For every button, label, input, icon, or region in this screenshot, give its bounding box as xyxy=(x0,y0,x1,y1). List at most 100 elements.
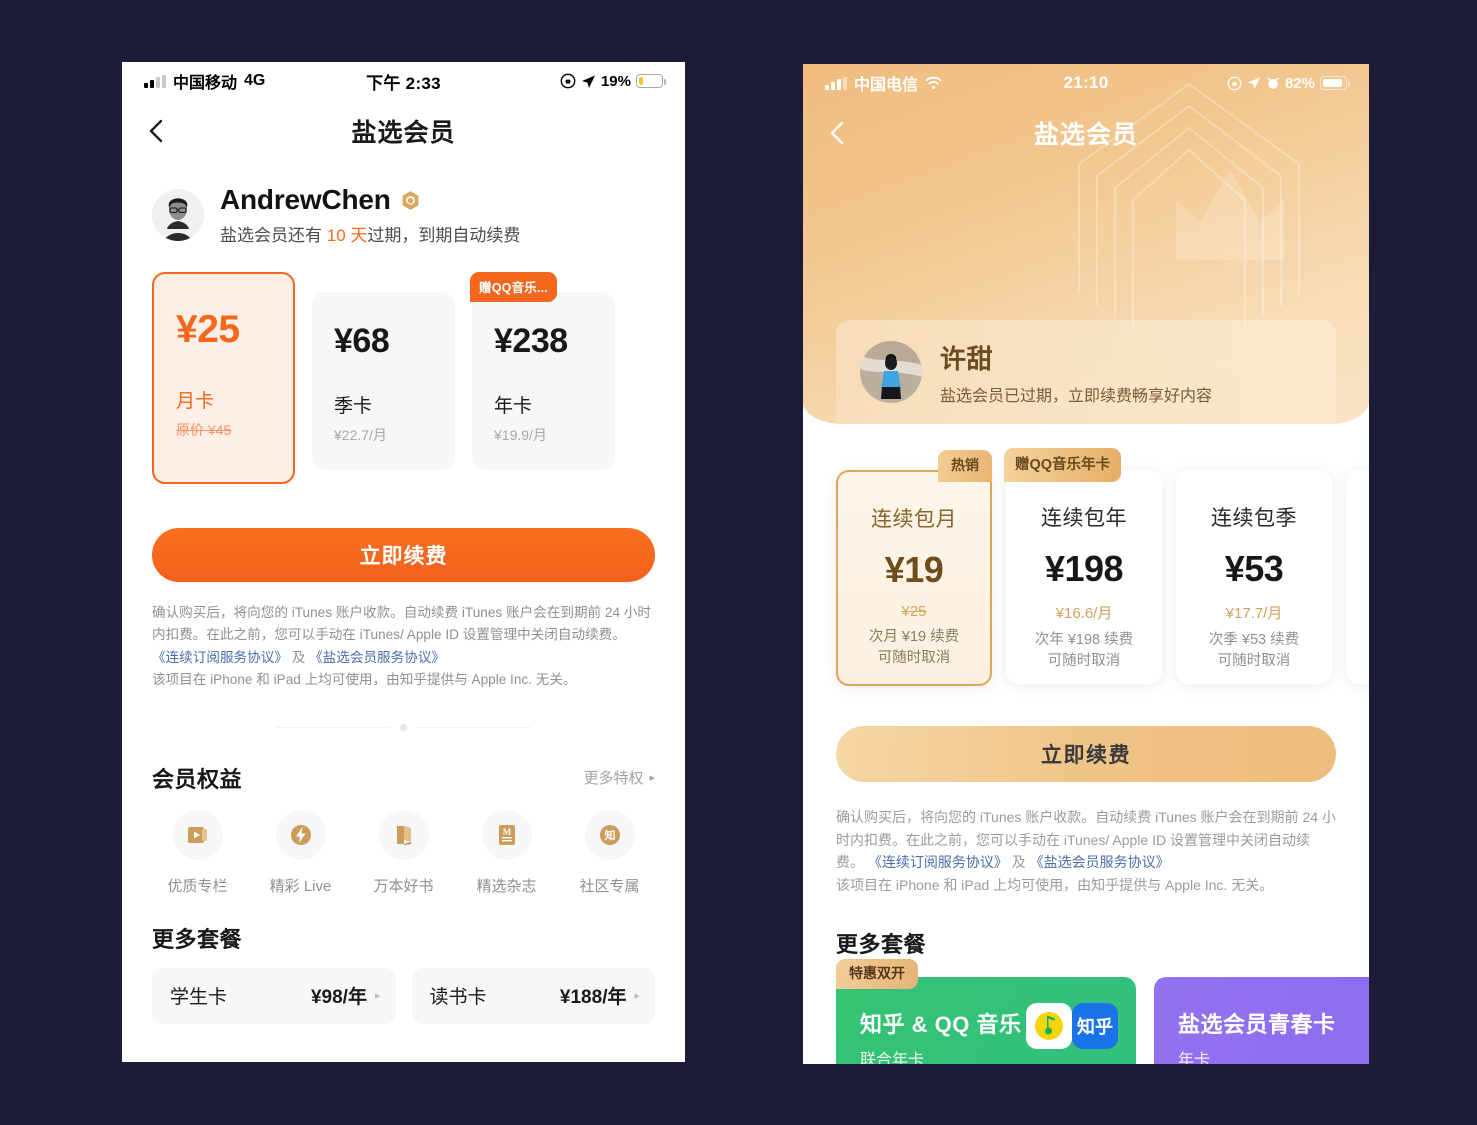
user-avatar xyxy=(152,189,204,241)
renew-note-line-1: 次月 ¥19 续费 xyxy=(868,629,960,645)
lightning-live-icon xyxy=(275,809,326,860)
plan-monthly-equivalent: ¥16.6/月 xyxy=(1055,605,1113,622)
user-name: AndrewChen xyxy=(220,184,391,215)
user-name: 许甜 xyxy=(940,343,994,374)
plan-original-price: 原价 ¥45 xyxy=(176,422,232,438)
fine-print-conjunction: 及 xyxy=(1007,854,1030,871)
member-agreement-link[interactable]: 《盐选会员服务协议》 xyxy=(1030,854,1170,870)
more-privileges-link[interactable]: 更多特权 ▸ xyxy=(583,767,655,788)
page-title: 盐选会员 xyxy=(1033,121,1138,149)
chevron-right-icon: ▸ xyxy=(649,772,655,785)
alarm-icon xyxy=(1267,77,1279,89)
plan-renew-note: 次季 ¥53 续费 可随时取消 xyxy=(1176,630,1332,672)
renew-now-button[interactable]: 立即续费 xyxy=(152,528,655,582)
plan-gift-badge: 赠QQ音乐年卡 xyxy=(1004,448,1122,482)
plan-name: 连续包季 xyxy=(1211,507,1297,530)
chevron-right-icon: ▸ xyxy=(374,990,381,1003)
plan-card-monthly[interactable]: ¥25 月卡 原价 ¥45 xyxy=(152,272,295,484)
zhihu-logo-icon: 知乎 xyxy=(1072,1002,1118,1049)
plan-card-monthly-auto[interactable]: 热销 连续包月 ¥19 ¥25 次月 ¥19 续费 可随时取消 xyxy=(836,450,992,686)
status-prefix: 盐选会员还有 xyxy=(220,226,327,245)
package-item-reading[interactable]: 读书卡 ¥188/年 ▸ xyxy=(411,967,655,1024)
package-card-youth[interactable]: 盐选会员青春卡 年卡 Y 0 xyxy=(1154,976,1369,1064)
renew-note-line-2: 可随时取消 xyxy=(1217,653,1291,670)
qq-music-icon xyxy=(1026,1002,1072,1049)
user-info-card[interactable]: 许甜 盐选会员已过期，立即续费畅享好内容 xyxy=(836,320,1336,424)
renew-now-button[interactable]: 立即续费 xyxy=(836,726,1336,782)
benefit-label: 精彩 Live xyxy=(269,877,332,895)
renew-note-line-1: 次年 ¥198 续费 xyxy=(1034,632,1134,648)
location-arrow-icon xyxy=(1247,77,1261,90)
user-text-block: 许甜 盐选会员已过期，立即续费畅享好内容 xyxy=(940,339,1212,406)
user-text-block: AndrewChen 盐选会员还有 10 天过期，到期自动续费 xyxy=(220,184,520,246)
package-item-student[interactable]: 学生卡 ¥98/年 ▸ xyxy=(152,967,396,1024)
package-subtitle: 年卡 xyxy=(1178,1051,1211,1064)
subscription-agreement-link[interactable]: 《连续订阅服务协议》 xyxy=(152,650,288,665)
benefit-item-live[interactable]: 精彩 Live xyxy=(249,809,352,896)
plan-name: 年卡 xyxy=(494,396,533,417)
svg-text:M: M xyxy=(502,827,511,837)
more-packages-title: 更多套餐 xyxy=(836,931,927,957)
plan-card-quarterly[interactable]: ¥68 季卡 ¥22.7/月 xyxy=(312,292,455,470)
package-price: ¥98/年 xyxy=(310,987,367,1009)
package-promo-badge: 特惠双开 xyxy=(836,958,918,989)
fine-print-line-3: 该项目在 iPhone 和 iPad 上均可使用，由知乎提供与 Apple In… xyxy=(836,877,1274,894)
plan-price: ¥238 xyxy=(494,322,568,360)
more-privileges-label: 更多特权 xyxy=(583,770,644,788)
more-packages-row-right: 特惠双开 知乎 & QQ 音乐 联合年卡 知乎 盐选会员青春卡 年卡 xyxy=(803,958,1369,1064)
phone-screen-right: 中国电信 21:10 82% 盐选会员 许甜 盐选会员已过期，立即续费畅享好内容… xyxy=(803,64,1369,1064)
user-avatar xyxy=(860,341,922,403)
plan-card-yearly-auto[interactable]: 赠QQ音乐年卡 连续包年 ¥198 ¥16.6/月 次年 ¥198 续费 可随时… xyxy=(1004,448,1162,684)
renew-note-line-2: 可随时取消 xyxy=(1047,653,1121,670)
plan-card-yearly[interactable]: 赠QQ音乐... ¥238 年卡 ¥19.9/月 xyxy=(470,272,615,470)
lock-rotation-icon xyxy=(1227,76,1242,90)
lock-rotation-icon xyxy=(560,73,576,89)
subscription-fine-print: 确认购买后，将向您的 iTunes 账户收款。自动续费 iTunes 账户会在到… xyxy=(836,806,1336,897)
magazine-m-icon: M xyxy=(481,809,532,860)
subscription-agreement-link[interactable]: 《连续订阅服务协议》 xyxy=(868,854,1008,870)
package-card-zhihu-qq[interactable]: 特惠双开 知乎 & QQ 音乐 联合年卡 知乎 xyxy=(836,958,1136,1064)
plan-card-next-partial[interactable] xyxy=(1346,470,1369,684)
fine-print-line-3: 该项目在 iPhone 和 iPad 上均可使用，由知乎提供与 Apple In… xyxy=(152,672,577,688)
plan-price: ¥198 xyxy=(1044,548,1124,589)
section-divider xyxy=(276,720,531,736)
more-packages-header-left: 更多套餐 xyxy=(122,896,685,954)
nav-bar-left: 盐选会员 xyxy=(122,100,685,162)
user-info-row: AndrewChen 盐选会员还有 10 天过期，到期自动续费 xyxy=(122,162,685,246)
plan-name: 连续包月 xyxy=(871,508,957,531)
renew-note-line-1: 次季 ¥53 续费 xyxy=(1208,632,1300,648)
crown-watermark-icon xyxy=(1176,170,1284,260)
status-bar-left: 中国移动 4G 下午 2:33 19% xyxy=(122,62,685,100)
avatar[interactable] xyxy=(860,341,922,403)
avatar[interactable] xyxy=(152,189,204,241)
benefit-label: 万本好书 xyxy=(373,877,434,895)
benefit-item-community[interactable]: 知 社区专属 xyxy=(558,809,661,896)
status-days-highlight: 10 天 xyxy=(326,226,368,245)
package-title: 盐选会员青春卡 xyxy=(1178,1011,1336,1037)
benefit-item-books[interactable]: 万本好书 xyxy=(352,809,455,896)
benefits-icon-row: 优质专栏 精彩 Live 万本好书 M 精选杂志 知 社区专属 xyxy=(122,794,685,896)
status-bar-right-group: 19% xyxy=(560,73,666,90)
member-agreement-link[interactable]: 《盐选会员服务协议》 xyxy=(309,650,445,665)
fine-print-conjunction: 及 xyxy=(287,649,310,665)
svg-text:知: 知 xyxy=(603,828,615,842)
plan-hot-badge: 热销 xyxy=(938,450,992,482)
plan-price: ¥53 xyxy=(1224,548,1284,589)
chevron-right-icon: ▸ xyxy=(634,990,640,1003)
plan-price: ¥19 xyxy=(884,549,944,590)
benefit-item-magazine[interactable]: M 精选杂志 xyxy=(455,809,558,896)
plan-renew-note: 次年 ¥198 续费 可随时取消 xyxy=(1006,630,1162,672)
plan-card-quarterly-auto[interactable]: 连续包季 ¥53 ¥17.7/月 次季 ¥53 续费 可随时取消 xyxy=(1176,470,1332,684)
more-packages-title: 更多套餐 xyxy=(152,926,243,952)
benefit-item-column[interactable]: 优质专栏 xyxy=(146,809,249,896)
battery-icon xyxy=(1320,76,1350,90)
member-hexagon-badge-icon xyxy=(402,190,419,210)
member-status-text: 盐选会员还有 10 天过期，到期自动续费 xyxy=(220,221,520,246)
battery-icon xyxy=(636,74,666,88)
plan-gift-badge: 赠QQ音乐... xyxy=(470,272,557,302)
plan-card-list-left: ¥25 月卡 原价 ¥45 ¥68 季卡 ¥22.7/月 赠QQ音乐... ¥2… xyxy=(122,246,685,484)
status-bar-right: 中国电信 21:10 82% xyxy=(803,64,1369,102)
plan-name: 月卡 xyxy=(176,391,215,412)
benefit-label: 优质专栏 xyxy=(167,877,228,895)
package-name: 学生卡 xyxy=(170,987,228,1009)
